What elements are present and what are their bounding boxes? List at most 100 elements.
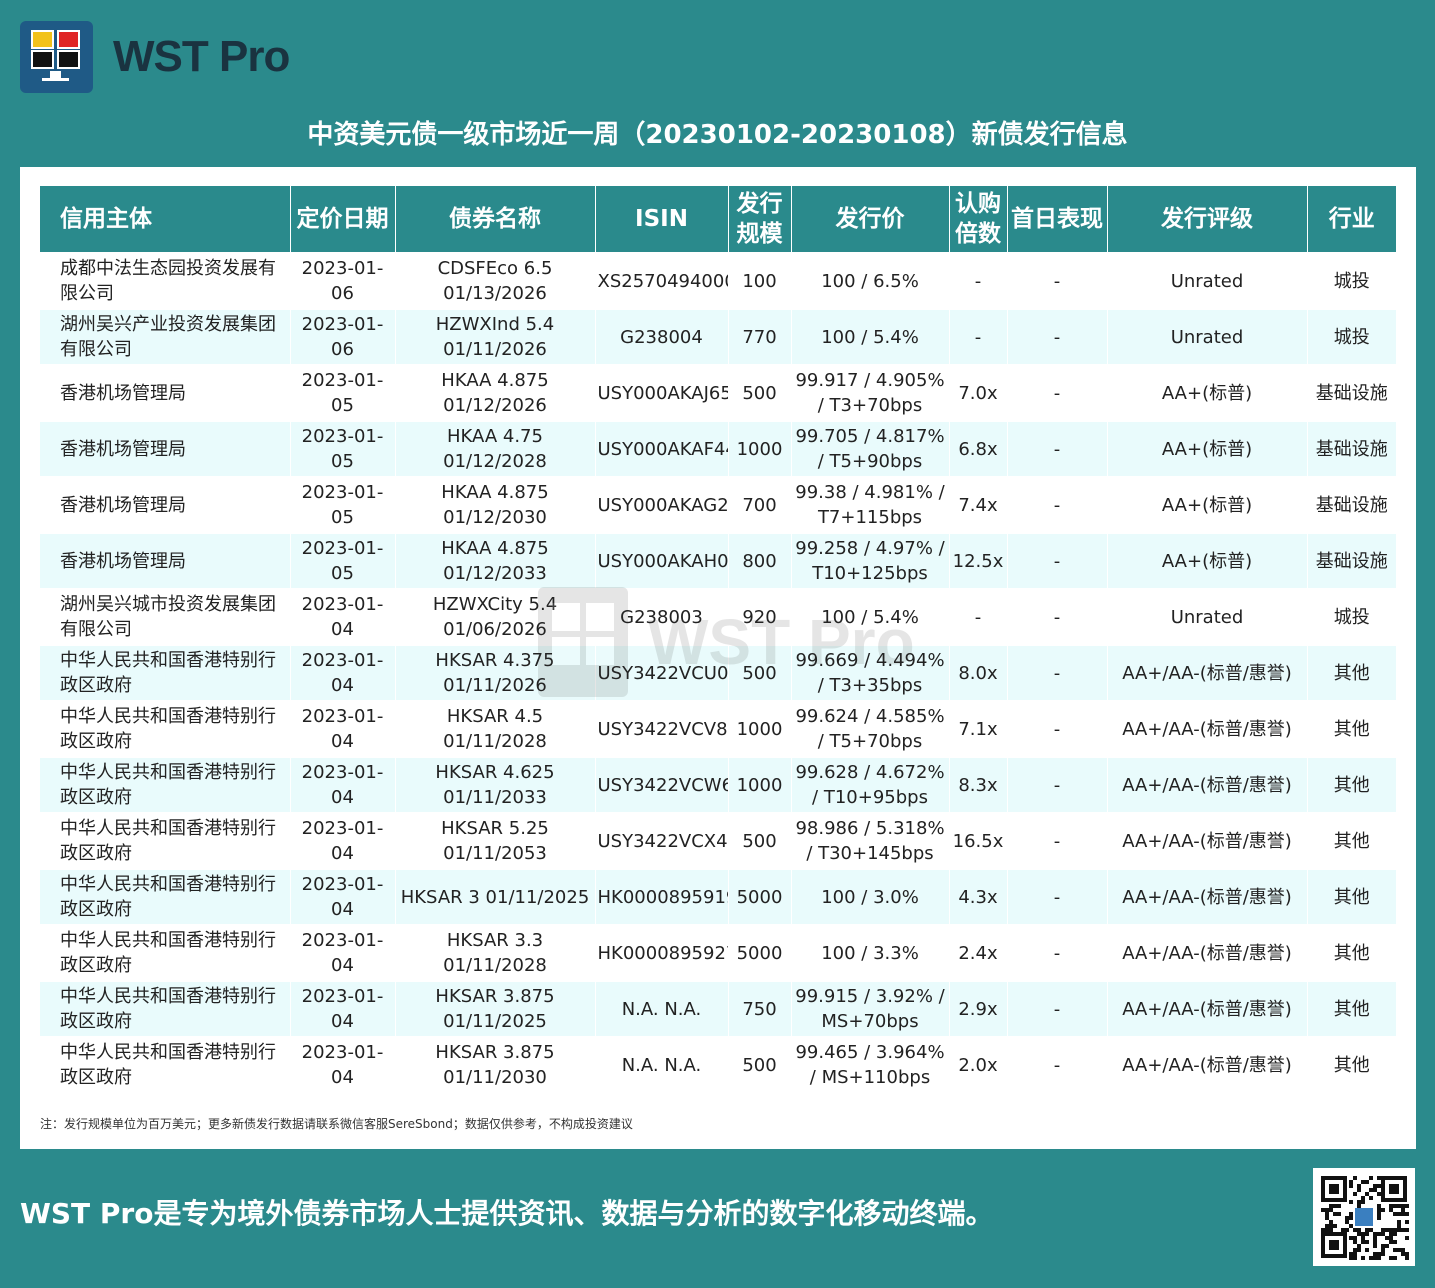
cell-isin: HK0000895927 bbox=[595, 925, 729, 981]
cell-bond-name: HZWXInd 5.4 01/11/2026 bbox=[395, 309, 596, 365]
cell-bond-name: HKSAR 3.875 01/11/2030 bbox=[395, 1037, 596, 1092]
cell-industry: 其他 bbox=[1307, 981, 1396, 1037]
cell-first-day: - bbox=[1007, 869, 1108, 925]
cell-bond-name: HKSAR 3.875 01/11/2025 bbox=[395, 981, 596, 1037]
cell-subscription: 7.0x bbox=[949, 365, 1008, 421]
cell-size: 100 bbox=[728, 253, 792, 309]
cell-pricing-date: 2023-01-04 bbox=[290, 701, 396, 757]
cell-price: 100 / 6.5% bbox=[791, 253, 950, 309]
cell-rating: AA+/AA-(标普/惠誉) bbox=[1107, 981, 1308, 1037]
cell-issuer: 香港机场管理局 bbox=[40, 365, 291, 421]
cell-first-day: - bbox=[1007, 701, 1108, 757]
cell-price: 99.915 / 3.92% / MS+70bps bbox=[791, 981, 950, 1037]
table-panel: 信用主体 定价日期 债券名称 ISIN 发行规模 发行价 认购倍数 首日表现 发… bbox=[20, 167, 1416, 1149]
qr-code-icon bbox=[1313, 1168, 1415, 1266]
cell-issuer: 香港机场管理局 bbox=[40, 533, 291, 589]
cell-rating: AA+(标普) bbox=[1107, 477, 1308, 533]
cell-bond-name: CDSFEco 6.5 01/13/2026 bbox=[395, 253, 596, 309]
cell-first-day: - bbox=[1007, 421, 1108, 477]
col-header-subscription: 认购倍数 bbox=[949, 186, 1008, 253]
cell-industry: 基础设施 bbox=[1307, 533, 1396, 589]
cell-rating: AA+/AA-(标普/惠誉) bbox=[1107, 869, 1308, 925]
cell-pricing-date: 2023-01-06 bbox=[290, 309, 396, 365]
cell-rating: Unrated bbox=[1107, 309, 1308, 365]
cell-size: 1000 bbox=[728, 701, 792, 757]
col-header-issuer: 信用主体 bbox=[40, 186, 291, 253]
cell-isin: USY3422VCX48 bbox=[595, 813, 729, 869]
table-row: 香港机场管理局 2023-01-05 HKAA 4.875 01/12/2026 US… bbox=[40, 365, 1396, 421]
col-header-pricing-date: 定价日期 bbox=[290, 186, 396, 253]
cell-rating: AA+(标普) bbox=[1107, 365, 1308, 421]
table-row: 香港机场管理局 2023-01-05 HKAA 4.875 01/12/2030 US… bbox=[40, 477, 1396, 533]
col-header-industry: 行业 bbox=[1307, 186, 1396, 253]
cell-size: 500 bbox=[728, 1037, 792, 1092]
cell-rating: AA+(标普) bbox=[1107, 533, 1308, 589]
watermark-text: WST Pro bbox=[648, 606, 915, 678]
cell-pricing-date: 2023-01-04 bbox=[290, 1037, 396, 1092]
cell-issuer: 香港机场管理局 bbox=[40, 421, 291, 477]
table-header-row: 信用主体 定价日期 债券名称 ISIN 发行规模 发行价 认购倍数 首日表现 发… bbox=[40, 186, 1396, 253]
table-row: 中华人民共和国香港特别行政区政府 2023-01-04 HKSAR 3 01/11/… bbox=[40, 869, 1396, 925]
page-title: 中资美元债一级市场近一周（20230102-20230108）新债发行信息 bbox=[307, 120, 1128, 150]
watermark: WST Pro bbox=[538, 587, 915, 697]
cell-pricing-date: 2023-01-04 bbox=[290, 645, 396, 701]
cell-issuer: 香港机场管理局 bbox=[40, 477, 291, 533]
cell-first-day: - bbox=[1007, 1037, 1108, 1092]
cell-issuer: 湖州吴兴城市投资发展集团有限公司 bbox=[40, 589, 291, 645]
cell-isin: USY000AKAJ65 bbox=[595, 365, 729, 421]
cell-industry: 基础设施 bbox=[1307, 365, 1396, 421]
table-row: 成都中法生态园投资发展有限公司 2023-01-06 CDSFEco 6.5 01/… bbox=[40, 253, 1396, 309]
cell-first-day: - bbox=[1007, 365, 1108, 421]
cell-rating: Unrated bbox=[1107, 589, 1308, 645]
cell-bond-name: HKAA 4.875 01/12/2030 bbox=[395, 477, 596, 533]
cell-first-day: - bbox=[1007, 757, 1108, 813]
cell-price: 99.465 / 3.964% / MS+110bps bbox=[791, 1037, 950, 1092]
cell-subscription: 7.4x bbox=[949, 477, 1008, 533]
cell-isin: HK0000895919 bbox=[595, 869, 729, 925]
cell-isin: XS2570494000 bbox=[595, 253, 729, 309]
cell-first-day: - bbox=[1007, 477, 1108, 533]
cell-bond-name: HKSAR 4.5 01/11/2028 bbox=[395, 701, 596, 757]
cell-isin: USY000AKAH00 bbox=[595, 533, 729, 589]
cell-bond-name: HKAA 4.875 01/12/2026 bbox=[395, 365, 596, 421]
cell-pricing-date: 2023-01-05 bbox=[290, 477, 396, 533]
logo bbox=[20, 21, 93, 93]
cell-industry: 其他 bbox=[1307, 869, 1396, 925]
cell-isin: USY3422VCV81 bbox=[595, 701, 729, 757]
cell-issuer: 中华人民共和国香港特别行政区政府 bbox=[40, 1037, 291, 1092]
cell-pricing-date: 2023-01-05 bbox=[290, 533, 396, 589]
cell-industry: 其他 bbox=[1307, 645, 1396, 701]
cell-industry: 其他 bbox=[1307, 813, 1396, 869]
cell-size: 500 bbox=[728, 365, 792, 421]
cell-size: 5000 bbox=[728, 925, 792, 981]
cell-price: 99.624 / 4.585% / T5+70bps bbox=[791, 701, 950, 757]
cell-pricing-date: 2023-01-04 bbox=[290, 757, 396, 813]
col-header-size: 发行规模 bbox=[728, 186, 792, 253]
cell-subscription: - bbox=[949, 253, 1008, 309]
cell-subscription: 16.5x bbox=[949, 813, 1008, 869]
cell-pricing-date: 2023-01-06 bbox=[290, 253, 396, 309]
cell-first-day: - bbox=[1007, 309, 1108, 365]
cell-issuer: 中华人民共和国香港特别行政区政府 bbox=[40, 813, 291, 869]
cell-subscription: 2.9x bbox=[949, 981, 1008, 1037]
cell-issuer: 中华人民共和国香港特别行政区政府 bbox=[40, 701, 291, 757]
cell-bond-name: HKSAR 3 01/11/2025 bbox=[395, 869, 596, 925]
col-header-first-day: 首日表现 bbox=[1007, 186, 1108, 253]
cell-subscription: 8.0x bbox=[949, 645, 1008, 701]
cell-first-day: - bbox=[1007, 813, 1108, 869]
cell-rating: AA+(标普) bbox=[1107, 421, 1308, 477]
cell-rating: AA+/AA-(标普/惠誉) bbox=[1107, 925, 1308, 981]
cell-size: 5000 bbox=[728, 869, 792, 925]
cell-subscription: 7.1x bbox=[949, 701, 1008, 757]
cell-issuer: 中华人民共和国香港特别行政区政府 bbox=[40, 869, 291, 925]
table-row: 中华人民共和国香港特别行政区政府 2023-01-04 HKSAR 3.3 01/1… bbox=[40, 925, 1396, 981]
cell-first-day: - bbox=[1007, 253, 1108, 309]
cell-size: 750 bbox=[728, 981, 792, 1037]
cell-industry: 其他 bbox=[1307, 1037, 1396, 1092]
cell-first-day: - bbox=[1007, 645, 1108, 701]
table-row: 香港机场管理局 2023-01-05 HKAA 4.75 01/12/2028 USY… bbox=[40, 421, 1396, 477]
cell-pricing-date: 2023-01-05 bbox=[290, 421, 396, 477]
cell-subscription: 6.8x bbox=[949, 421, 1008, 477]
cell-subscription: 2.4x bbox=[949, 925, 1008, 981]
cell-price: 99.705 / 4.817% / T5+90bps bbox=[791, 421, 950, 477]
